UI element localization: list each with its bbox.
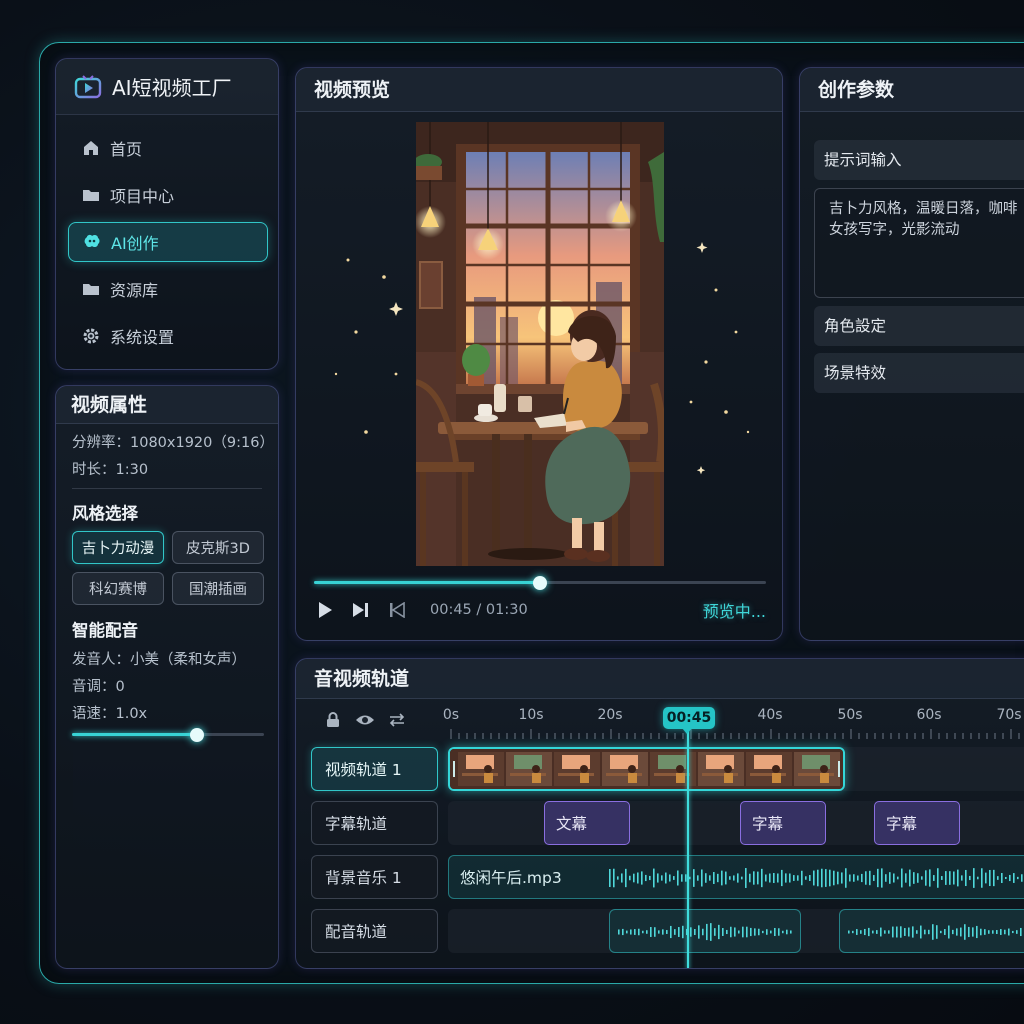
nav-item-label: 系统设置 [110, 328, 175, 347]
nav-item-ai-create[interactable]: AI创作 [68, 222, 268, 262]
nav-item-library[interactable]: 资源库 [68, 269, 268, 309]
video-thumbnails [450, 749, 843, 789]
nav-item-settings[interactable]: 系统设置 [68, 316, 268, 356]
speed-slider-fill [72, 733, 197, 736]
panel-title: 视频属性 [56, 386, 278, 424]
timeline-ruler[interactable] [446, 729, 1024, 739]
nav-item-home[interactable]: 首页 [68, 128, 268, 168]
voice-heading: 智能配音 [72, 621, 138, 640]
playback-controls: 00:45 / 01:30 预览中... [314, 596, 766, 624]
subtitle-clip[interactable]: 文幕 [544, 801, 630, 845]
video-preview-panel: 视频预览 00:45 / 01:30 预览中... [295, 67, 783, 641]
style-chip-cyber[interactable]: 科幻赛博 [72, 572, 164, 605]
ruler-label: 50s [837, 707, 863, 723]
music-clip[interactable]: 悠闲午后.mp3 [448, 855, 1024, 899]
nav-item-label: 首页 [110, 140, 143, 159]
playhead-time-badge[interactable]: 00:45 [663, 707, 715, 729]
timeline-panel: 音视频轨道 0s 10s 20s 30s 40s 50s 60s 70s 视频轨… [295, 658, 1024, 969]
ruler-label: 60s [916, 707, 942, 723]
folder-icon [83, 190, 99, 201]
panel-title: 创作参数 [800, 68, 1024, 112]
prompt-label: 提示词输入 [814, 140, 1024, 180]
swap-button[interactable] [386, 710, 408, 730]
video-clip[interactable] [448, 747, 845, 791]
preview-progress-bar[interactable] [314, 575, 766, 590]
timeline-tools [322, 710, 418, 730]
duration-text: 时长：1:30 [72, 462, 149, 478]
video-play-icon [74, 74, 102, 98]
previous-button[interactable] [386, 599, 408, 621]
style-chip-ghibli[interactable]: 吉卜力动漫 [72, 531, 164, 564]
style-chip-guochao[interactable]: 国潮插画 [172, 572, 264, 605]
next-button[interactable] [350, 599, 372, 621]
creation-params-panel: 创作参数 提示词输入 吉卜力风格，温暖日落，咖啡 女孩写字，光影流动 角色設定 … [799, 67, 1024, 641]
preview-progress-knob[interactable] [533, 575, 547, 590]
prompt-input[interactable]: 吉卜力风格，温暖日落，咖啡 女孩写字，光影流动 [814, 188, 1024, 298]
panel-title: 音视频轨道 [296, 659, 1024, 699]
nav-item-label: 项目中心 [110, 187, 175, 206]
audio-waveform [609, 868, 1023, 888]
track-label-music[interactable]: 背景音乐 1 [311, 855, 438, 899]
sidebar-nav: AI短视频工厂 首页 项目中心 AI创作 资源库 系统设置 [55, 58, 279, 370]
app-title: AI短视频工厂 [112, 76, 232, 100]
pitch-text: 音调：0 [72, 679, 125, 695]
gear-icon [83, 328, 99, 344]
video-properties-panel: 视频属性 分辨率：1080x1920（9:16） 时长：1:30 风格选择 吉卜… [55, 385, 279, 969]
subtitle-clip[interactable]: 字幕 [740, 801, 826, 845]
preview-status: 预览中... [702, 602, 766, 621]
ruler-label: 40s [757, 707, 783, 723]
swap-icon [389, 713, 405, 727]
voice-clip[interactable] [839, 909, 1024, 953]
subtitle-clip[interactable]: 字幕 [874, 801, 960, 845]
nav-item-label: AI创作 [111, 234, 159, 253]
eye-icon [356, 715, 374, 725]
track-label-video[interactable]: 视频轨道 1 [311, 747, 438, 791]
lock-button[interactable] [322, 710, 344, 730]
ruler-label: 70s [996, 707, 1022, 723]
preview-progress-fill [314, 581, 540, 584]
play-button[interactable] [314, 599, 336, 621]
skip-previous-icon [390, 602, 405, 618]
visibility-button[interactable] [354, 710, 376, 730]
ruler-label: 0s [442, 707, 460, 723]
play-icon [319, 602, 332, 618]
audio-waveform [618, 923, 792, 941]
app-brand: AI短视频工厂 [56, 59, 278, 115]
resolution-text: 分辨率：1080x1920（9:16） [72, 435, 274, 451]
video-frame-image [416, 122, 664, 566]
speed-text: 语速：1.0x [72, 706, 148, 722]
speed-slider-knob[interactable] [189, 727, 204, 742]
speed-slider[interactable] [72, 727, 264, 742]
playhead-marker [682, 728, 692, 734]
lock-icon [327, 712, 339, 727]
playback-time: 00:45 / 01:30 [430, 602, 528, 618]
home-icon [84, 141, 98, 155]
playhead-line[interactable] [687, 725, 689, 968]
ai-brain-icon [84, 234, 100, 248]
music-file-name: 悠闲午后.mp3 [460, 869, 562, 887]
panel-title: 视频预览 [296, 68, 782, 112]
skip-next-icon [353, 603, 368, 617]
role-settings-row[interactable]: 角色設定 [814, 306, 1024, 346]
nav-item-projects[interactable]: 项目中心 [68, 175, 268, 215]
speaker-text: 发音人：小美（柔和女声） [72, 652, 246, 668]
ruler-label: 20s [597, 707, 623, 723]
audio-waveform [848, 924, 1022, 940]
track-label-subtitle[interactable]: 字幕轨道 [311, 801, 438, 845]
voice-clip[interactable] [609, 909, 801, 953]
scene-effects-row[interactable]: 场景特效 [814, 353, 1024, 393]
style-chip-pixar[interactable]: 皮克斯3D [172, 531, 264, 564]
nav-item-label: 资源库 [110, 281, 159, 300]
ruler-label: 10s [518, 707, 544, 723]
folder-icon [83, 284, 99, 295]
track-label-voice[interactable]: 配音轨道 [311, 909, 438, 953]
style-heading: 风格选择 [72, 504, 138, 523]
divider [72, 488, 262, 489]
